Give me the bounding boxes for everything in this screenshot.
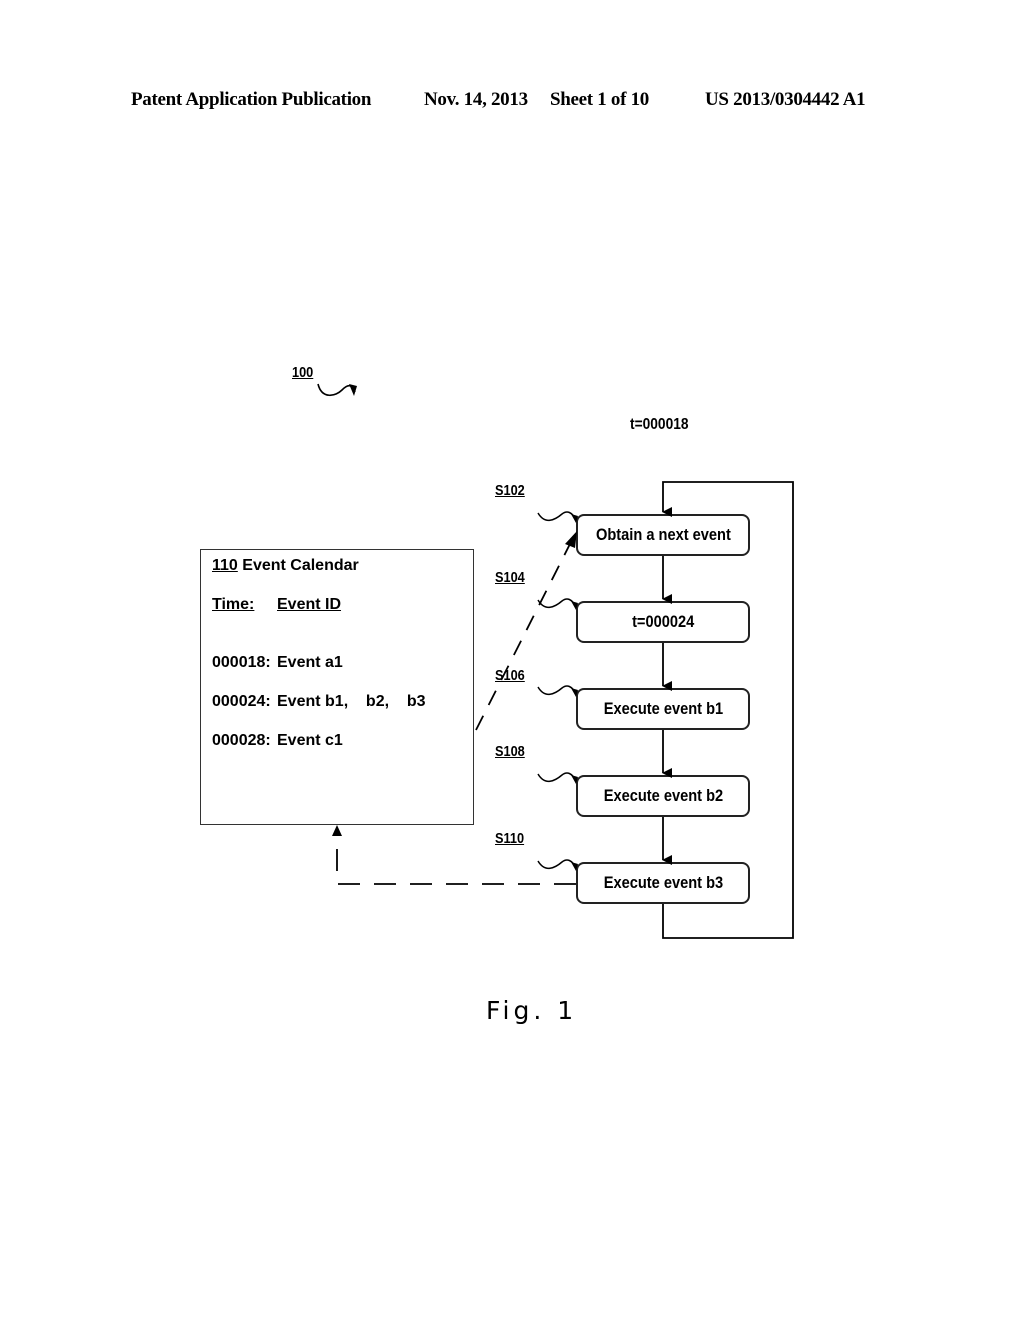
loop-back-arrow (662, 481, 794, 939)
squiggle-arrowhead-s110 (571, 862, 578, 871)
figure-caption: Fig. 1 (486, 996, 578, 1025)
dashed-arrowhead-calendar (332, 825, 342, 836)
flow-connectors (317, 383, 794, 939)
squiggle-arrowhead-s106 (571, 688, 578, 697)
dashed-s110-to-calendar (336, 830, 576, 885)
squiggle-arrowhead-s102 (571, 514, 578, 523)
squiggle-s104 (537, 598, 577, 608)
squiggle-s108 (537, 772, 577, 782)
dashed-arrowhead-s102 (565, 531, 577, 548)
squiggle-arrowhead-s108 (571, 775, 578, 784)
squiggle-s102 (537, 511, 577, 521)
arrowhead-100 (349, 384, 357, 396)
squiggle-leader-100 (317, 383, 356, 397)
squiggle-s110 (537, 859, 577, 869)
squiggle-arrowhead-s104 (571, 601, 578, 610)
squiggle-s106 (537, 685, 577, 695)
dashed-calendar-to-s102 (475, 539, 573, 731)
